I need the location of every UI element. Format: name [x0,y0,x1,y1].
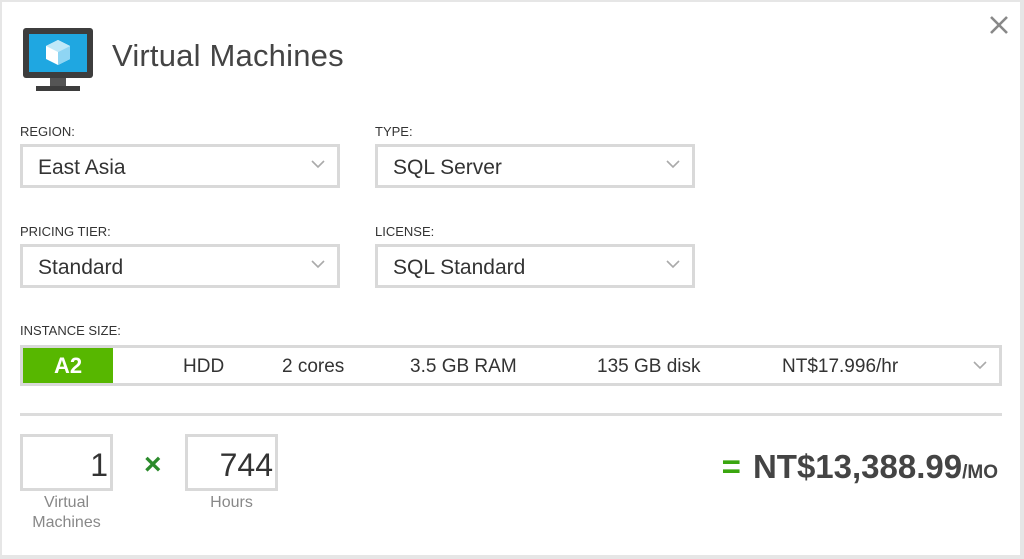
hours-value: 744 [219,447,273,483]
page-title: Virtual Machines [112,38,344,73]
type-select[interactable]: SQL Server [375,144,695,188]
region-select[interactable]: East Asia [20,144,340,188]
virtual-machine-icon [23,28,93,91]
license-select[interactable]: SQL Standard [375,244,695,288]
instance-cores: 2 cores [282,356,345,377]
license-value: SQL Standard [393,256,526,279]
total-period: /MO [962,462,998,483]
license-label: LICENSE: [375,224,435,239]
region-value: East Asia [38,156,126,179]
pricing-tier-value: Standard [38,256,124,279]
equals-sign: = [721,448,741,485]
total-cost: = NT$13,388.99/MO [722,448,998,486]
close-icon[interactable] [988,14,1010,36]
region-label: REGION: [20,124,75,139]
instance-size-select[interactable]: A2 HDD 2 cores 3.5 GB RAM 135 GB disk NT… [20,345,1002,386]
type-label: TYPE: [375,124,413,139]
divider [20,413,1002,416]
chevron-down-icon [666,260,680,269]
pricing-tier-select[interactable]: Standard [20,244,340,288]
total-amount: NT$13,388.99 [752,448,963,485]
vm-count-label-line1: Virtual [43,494,90,511]
instance-ram: 3.5 GB RAM [410,356,517,377]
chevron-down-icon [666,160,680,169]
vm-count-value: 1 [90,447,108,483]
type-value: SQL Server [393,156,502,179]
chevron-down-icon [311,260,325,269]
instance-size-label: INSTANCE SIZE: [20,323,121,338]
instance-price: NT$17.996/hr [782,356,899,377]
instance-disk-type: HDD [183,356,225,377]
multiply-sign: × [144,448,162,481]
pricing-tier-label: PRICING TIER: [20,224,111,239]
vm-count-label-line2: Machines [32,514,101,531]
instance-name-badge: A2 [23,348,113,383]
hours-input[interactable]: 744 [185,434,278,491]
chevron-down-icon [311,160,325,169]
vm-count-input[interactable]: 1 [20,434,113,491]
chevron-down-icon [973,361,987,370]
vm-pricing-panel: Virtual Machines REGION: East Asia TYPE:… [2,2,1020,555]
vm-count-label: Virtual Machines [20,493,113,533]
instance-disk: 135 GB disk [597,356,701,377]
hours-label: Hours [210,494,253,511]
